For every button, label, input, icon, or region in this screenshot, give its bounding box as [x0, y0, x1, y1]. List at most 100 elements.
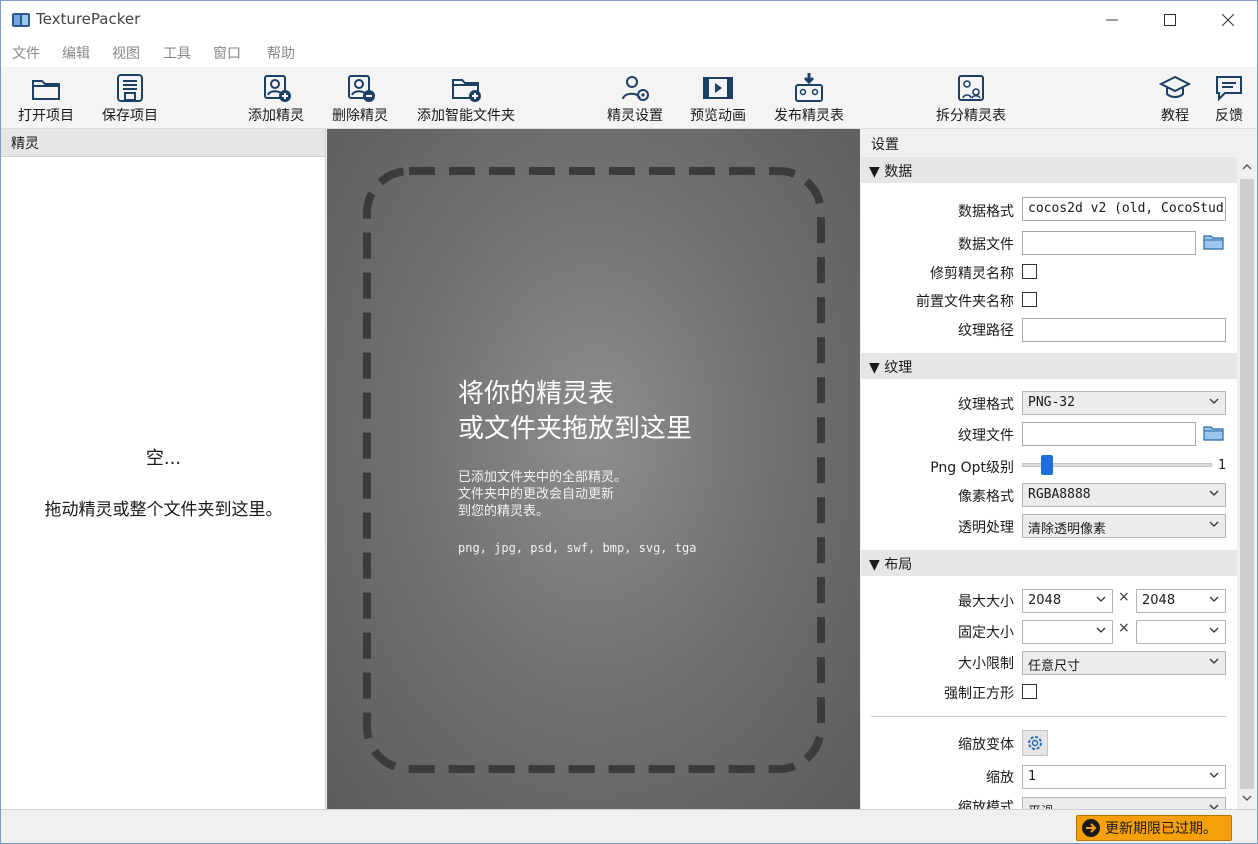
force-square-checkbox[interactable] [1022, 684, 1037, 699]
status-bar: 更新期限已过期。 [1, 809, 1257, 843]
preview-animation-button[interactable]: 预览动画 [685, 67, 751, 129]
smart-folder-icon [452, 79, 481, 102]
split-sheet-icon [958, 75, 984, 101]
close-button[interactable] [1199, 1, 1257, 39]
data-format-label: 数据格式 [958, 204, 1014, 220]
chevron-down-icon [1209, 521, 1219, 527]
scale-variants-button[interactable] [1022, 730, 1048, 756]
sprite-settings-icon [622, 76, 649, 101]
scale-mode-row-clip: 缩放模式 平滑 [861, 793, 1237, 809]
data-file-input[interactable] [1022, 231, 1196, 255]
add-sprite-icon [264, 75, 291, 102]
menu-edit[interactable]: 编辑 [62, 43, 90, 63]
publish-sprite-sheet-button[interactable]: 发布精灵表 [767, 67, 851, 129]
settings-scrollbar[interactable] [1237, 157, 1257, 809]
save-icon [117, 74, 143, 102]
empty-hint: 拖动精灵或整个文件夹到这里。 [44, 500, 283, 520]
sprites-panel-header: 精灵 [1, 129, 325, 157]
update-expired-badge[interactable]: 更新期限已过期。 [1076, 815, 1232, 841]
menu-file[interactable]: 文件 [12, 43, 40, 63]
slider-thumb[interactable] [1040, 455, 1053, 475]
supported-extensions: png, jpg, psd, swf, bmp, svg, tga [458, 541, 697, 555]
data-file-browse-icon[interactable] [1203, 233, 1225, 251]
chat-bubble-icon [1216, 76, 1242, 102]
settings-panel: 设置 ▼ 数据 数据格式 cocos2d v2 (old, CocoStudio… [861, 129, 1257, 809]
title-bar: TexturePacker [1, 1, 1257, 39]
texturepacker-logo-icon [12, 13, 30, 27]
fixed-width-select[interactable] [1022, 620, 1113, 644]
menu-window[interactable]: 窗口 [213, 43, 241, 63]
drop-area[interactable]: 将你的精灵表 或文件夹拖放到这里 已添加文件夹中的全部精灵。 文件夹中的更改会自… [327, 129, 860, 809]
max-width-select[interactable]: 2048 [1022, 589, 1113, 613]
fixed-height-select[interactable] [1136, 620, 1226, 644]
window-title: TexturePacker [36, 10, 141, 28]
scrollbar-thumb[interactable] [1240, 179, 1254, 789]
sprite-settings-button[interactable]: 精灵设置 [601, 67, 669, 129]
chevron-down-icon [1209, 772, 1219, 778]
open-project-button[interactable]: 打开项目 [13, 67, 79, 129]
toolbar: 打开项目 保存项目 添加精灵 删除精灵 添加智能文件夹 精灵设置 预览动画 发布… [1, 67, 1257, 129]
chevron-down-icon [1209, 804, 1219, 809]
scale-variants-label: 缩放变体 [958, 737, 1014, 753]
alpha-handling-label: 透明处理 [958, 520, 1014, 536]
pixel-format-select[interactable]: RGBA8888 [1022, 483, 1226, 507]
texture-file-browse-icon[interactable] [1203, 424, 1225, 442]
pixel-format-label: 像素格式 [958, 489, 1014, 505]
split-sprite-sheet-button[interactable]: 拆分精灵表 [929, 67, 1013, 129]
force-square-label: 强制正方形 [944, 686, 1014, 702]
png-opt-level-slider[interactable] [1022, 455, 1212, 475]
minimize-button[interactable] [1083, 1, 1141, 39]
tutorial-button[interactable]: 教程 [1153, 67, 1197, 129]
scale-mode-select[interactable]: 平滑 [1022, 797, 1226, 809]
scale-select[interactable]: 1 [1022, 765, 1226, 789]
times-symbol: × [1118, 620, 1130, 636]
texture-format-label: 纹理格式 [958, 397, 1014, 413]
maximize-button[interactable] [1141, 1, 1199, 39]
section-layout-header[interactable]: ▼ 布局 [861, 550, 1237, 576]
prepend-folder-label: 前置文件夹名称 [916, 294, 1014, 310]
menu-bar: 文件 编辑 视图 工具 窗口 帮助 [1, 39, 1257, 67]
size-constraint-select[interactable]: 任意尺寸 [1022, 651, 1226, 675]
data-format-field[interactable]: cocos2d v2 (old, CocoStudio) [1022, 197, 1226, 221]
settings-title: 设置 [861, 129, 1257, 157]
max-height-select[interactable]: 2048 [1136, 589, 1226, 613]
menu-help[interactable]: 帮助 [267, 43, 295, 63]
alpha-handling-select[interactable]: 清除透明像素 [1022, 514, 1226, 538]
save-project-button[interactable]: 保存项目 [97, 67, 163, 129]
texture-path-input[interactable] [1022, 318, 1226, 342]
size-constraint-label: 大小限制 [958, 656, 1014, 672]
chevron-down-icon [1209, 398, 1219, 404]
prepend-folder-checkbox[interactable] [1022, 292, 1037, 307]
feedback-button[interactable]: 反馈 [1207, 67, 1251, 129]
film-play-icon [703, 77, 733, 99]
scroll-down-icon[interactable] [1242, 794, 1252, 802]
section-texture-header[interactable]: ▼ 纹理 [861, 353, 1237, 379]
texture-file-label: 纹理文件 [958, 428, 1014, 444]
fixed-size-label: 固定大小 [958, 625, 1014, 641]
publish-icon [795, 73, 823, 102]
scroll-up-icon[interactable] [1242, 163, 1252, 171]
delete-sprite-icon [348, 75, 375, 102]
arrow-right-circle-icon [1082, 819, 1100, 837]
delete-sprite-button[interactable]: 删除精灵 [327, 67, 393, 129]
add-smart-folder-button[interactable]: 添加智能文件夹 [411, 67, 521, 129]
texture-format-select[interactable]: PNG-32 [1022, 391, 1226, 415]
section-data-header[interactable]: ▼ 数据 [861, 157, 1237, 183]
empty-title: 空... [145, 448, 182, 469]
drop-description: 已添加文件夹中的全部精灵。 文件夹中的更改会自动更新 到您的精灵表。 [458, 470, 628, 519]
chevron-down-icon [1209, 658, 1219, 664]
trim-sprite-names-label: 修剪精灵名称 [930, 266, 1014, 282]
menu-tools[interactable]: 工具 [163, 43, 191, 63]
chevron-down-icon [1209, 490, 1219, 496]
maximize-icon [1164, 14, 1176, 26]
folder-open-icon [32, 80, 60, 100]
sprites-panel[interactable]: 精灵 空... 拖动精灵或整个文件夹到这里。 [1, 129, 326, 809]
times-symbol: × [1118, 589, 1130, 605]
graduation-cap-icon [1159, 75, 1191, 98]
texture-file-input[interactable] [1022, 422, 1196, 446]
add-sprite-button[interactable]: 添加精灵 [243, 67, 309, 129]
menu-view[interactable]: 视图 [112, 43, 140, 63]
drop-title: 将你的精灵表 或文件夹拖放到这里 [458, 379, 693, 444]
texture-path-label: 纹理路径 [958, 323, 1014, 339]
trim-sprite-names-checkbox[interactable] [1022, 264, 1037, 279]
